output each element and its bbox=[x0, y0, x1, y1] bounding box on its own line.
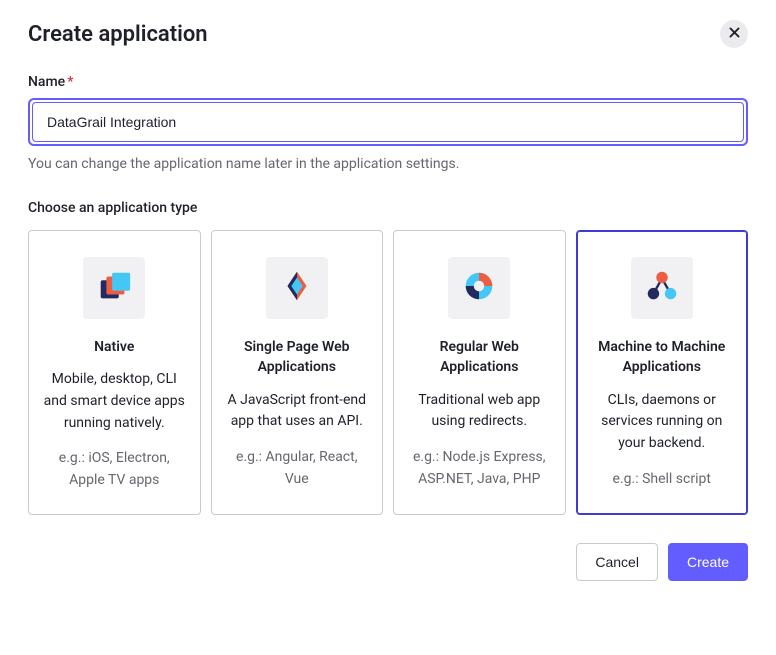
card-example: e.g.: Shell script bbox=[591, 469, 734, 491]
card-title: Regular Web Applications bbox=[408, 337, 551, 378]
modal-title: Create application bbox=[28, 22, 208, 47]
card-desc: CLIs, daemons or services running on you… bbox=[591, 390, 734, 455]
name-label: Name* bbox=[28, 74, 748, 90]
card-example: e.g.: Node.js Express, ASP.NET, Java, PH… bbox=[408, 447, 551, 490]
name-hint: You can change the application name late… bbox=[28, 156, 748, 172]
close-button[interactable] bbox=[720, 20, 748, 48]
app-type-card-m2m[interactable]: Machine to Machine Applications CLIs, da… bbox=[576, 230, 749, 515]
native-icon bbox=[95, 267, 133, 309]
card-example: e.g.: iOS, Electron, Apple TV apps bbox=[43, 448, 186, 491]
app-type-card-native[interactable]: Native Mobile, desktop, CLI and smart de… bbox=[28, 230, 201, 515]
create-button[interactable]: Create bbox=[668, 543, 748, 581]
card-title: Native bbox=[43, 337, 186, 357]
card-title: Machine to Machine Applications bbox=[591, 337, 734, 378]
app-type-label: Choose an application type bbox=[28, 200, 748, 216]
card-title: Single Page Web Applications bbox=[226, 337, 369, 378]
spa-icon bbox=[278, 267, 316, 309]
app-type-card-regular[interactable]: Regular Web Applications Traditional web… bbox=[393, 230, 566, 515]
card-desc: Traditional web app using redirects. bbox=[408, 390, 551, 433]
card-example: e.g.: Angular, React, Vue bbox=[226, 447, 369, 490]
close-icon bbox=[728, 26, 741, 42]
card-desc: A JavaScript front-end app that uses an … bbox=[226, 390, 369, 433]
m2m-icon bbox=[643, 267, 681, 309]
app-type-card-spa[interactable]: Single Page Web Applications A JavaScrip… bbox=[211, 230, 384, 515]
name-input[interactable] bbox=[32, 102, 744, 142]
card-desc: Mobile, desktop, CLI and smart device ap… bbox=[43, 369, 186, 434]
cancel-button[interactable]: Cancel bbox=[576, 543, 658, 581]
regular-web-icon bbox=[460, 267, 498, 309]
